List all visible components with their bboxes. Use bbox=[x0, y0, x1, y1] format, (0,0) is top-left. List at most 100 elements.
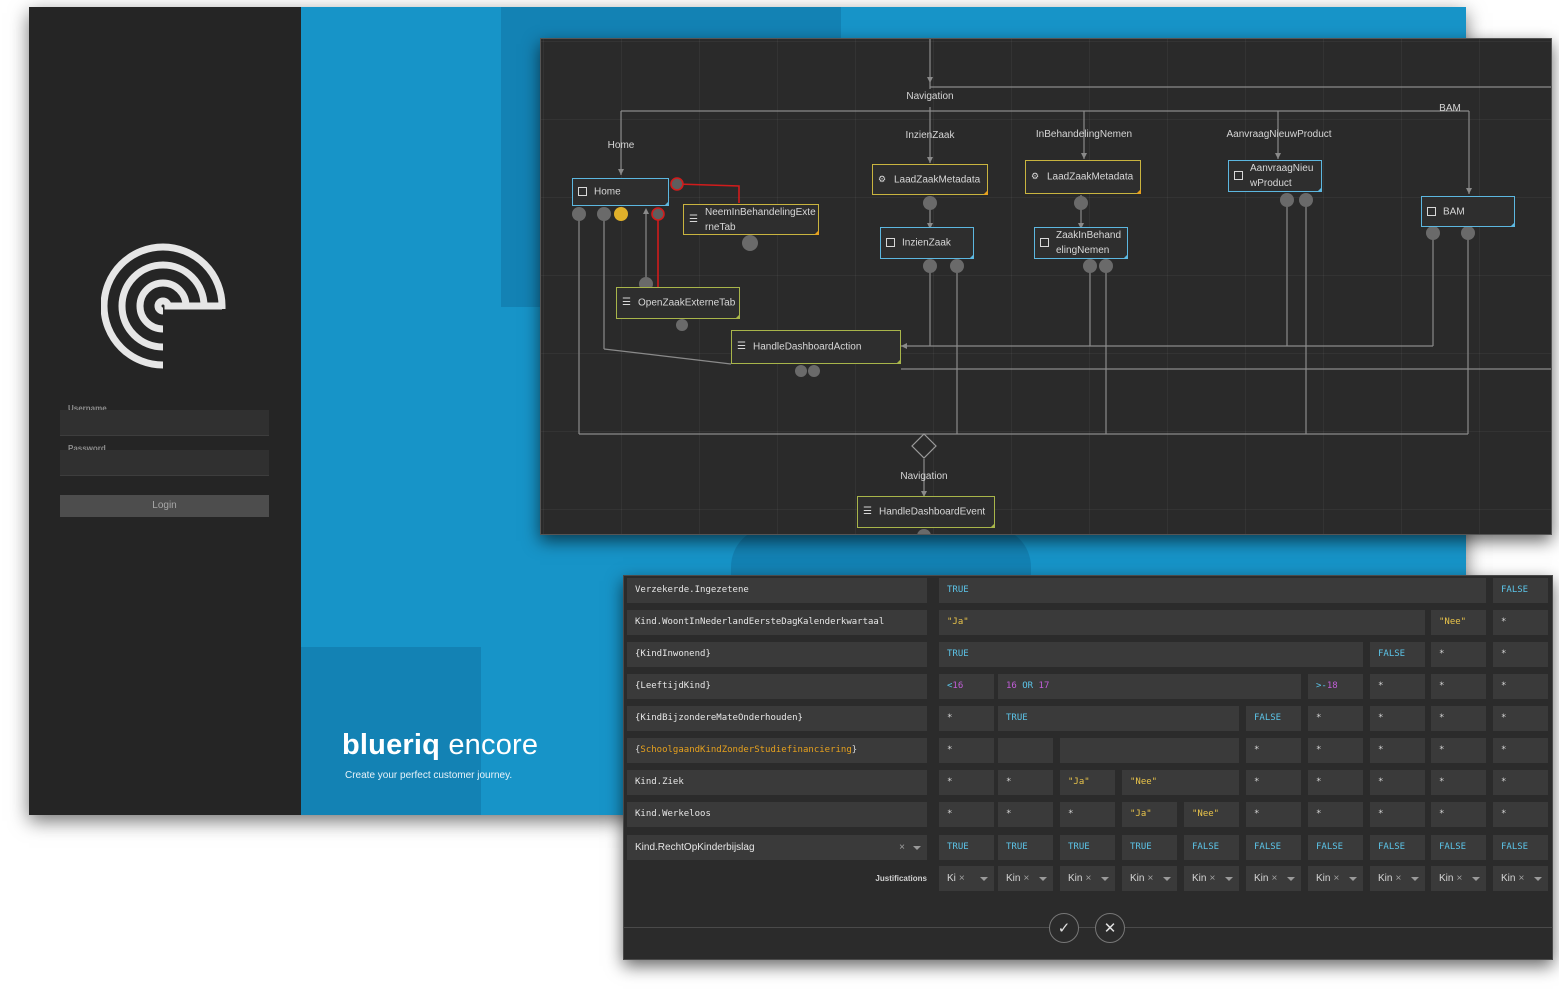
table-cell[interactable]: * bbox=[1493, 610, 1548, 635]
table-cell[interactable]: * bbox=[1493, 738, 1548, 763]
table-cell[interactable]: * bbox=[1431, 738, 1486, 763]
chevron-down-icon[interactable] bbox=[980, 877, 988, 881]
close-icon[interactable]: × bbox=[1395, 873, 1401, 884]
table-cell[interactable]: "Nee" bbox=[1431, 610, 1486, 635]
table-cell[interactable]: "Ja" bbox=[939, 610, 1425, 635]
close-icon[interactable]: × bbox=[899, 835, 905, 860]
close-icon[interactable]: × bbox=[1456, 873, 1462, 884]
table-cell[interactable]: * bbox=[1370, 738, 1425, 763]
condition-cell[interactable]: Kind.Werkeloos bbox=[627, 802, 927, 827]
close-icon[interactable]: × bbox=[1271, 873, 1277, 884]
table-cell[interactable]: * bbox=[1493, 802, 1548, 827]
conclusion-cell[interactable]: FALSE bbox=[1246, 835, 1301, 860]
table-cell[interactable]: * bbox=[1246, 770, 1301, 795]
table-cell[interactable]: * bbox=[1431, 802, 1486, 827]
table-cell[interactable]: * bbox=[1370, 706, 1425, 731]
justification-select[interactable]: Kin × bbox=[1308, 866, 1363, 891]
table-cell[interactable]: * bbox=[939, 770, 994, 795]
table-cell[interactable]: * bbox=[939, 738, 994, 763]
password-field[interactable] bbox=[60, 450, 269, 476]
chevron-down-icon[interactable] bbox=[1039, 877, 1047, 881]
table-cell[interactable]: * bbox=[1493, 674, 1548, 699]
table-cell[interactable]: * bbox=[998, 802, 1053, 827]
justification-select[interactable]: Ki × bbox=[939, 866, 994, 891]
table-cell[interactable]: * bbox=[1308, 802, 1363, 827]
close-icon[interactable]: × bbox=[1147, 873, 1153, 884]
table-cell[interactable]: >-18 bbox=[1308, 674, 1363, 699]
table-cell[interactable]: * bbox=[1060, 802, 1115, 827]
close-icon[interactable]: × bbox=[1085, 873, 1091, 884]
table-cell[interactable]: * bbox=[1370, 802, 1425, 827]
condition-cell[interactable]: {SchoolgaandKindZonderStudiefinanciering… bbox=[627, 738, 927, 763]
chevron-down-icon[interactable] bbox=[1287, 877, 1295, 881]
table-cell[interactable]: "Nee" bbox=[1184, 802, 1239, 827]
conclusion-cell[interactable]: TRUE bbox=[998, 835, 1053, 860]
conclusion-cell[interactable]: FALSE bbox=[1370, 835, 1425, 860]
table-cell[interactable]: * bbox=[1370, 674, 1425, 699]
justification-select[interactable]: Kin × bbox=[1431, 866, 1486, 891]
conclusion-cell[interactable]: TRUE bbox=[1060, 835, 1115, 860]
condition-cell[interactable]: Verzekerde.Ingezetene bbox=[627, 578, 927, 603]
justification-select[interactable]: Kin × bbox=[998, 866, 1053, 891]
chevron-down-icon[interactable] bbox=[1534, 877, 1542, 881]
table-cell[interactable]: "Nee" bbox=[1122, 770, 1239, 795]
justification-select[interactable]: Kin × bbox=[1184, 866, 1239, 891]
conclusion-attribute-select[interactable]: Kind.RechtOpKinderbijslag × bbox=[627, 835, 927, 860]
table-cell[interactable] bbox=[1060, 738, 1239, 763]
table-cell[interactable]: * bbox=[1370, 770, 1425, 795]
table-cell[interactable]: <16 bbox=[939, 674, 994, 699]
justification-select[interactable]: Kin × bbox=[1246, 866, 1301, 891]
node-handle-dashboard-action[interactable]: ☰ HandleDashboardAction bbox=[731, 330, 901, 364]
table-cell[interactable]: * bbox=[939, 802, 994, 827]
username-field[interactable] bbox=[60, 410, 269, 436]
cancel-button[interactable]: ✕ bbox=[1095, 913, 1125, 943]
table-cell[interactable]: FALSE bbox=[1370, 642, 1425, 667]
close-icon[interactable]: × bbox=[959, 873, 965, 884]
chevron-down-icon[interactable] bbox=[1225, 877, 1233, 881]
conclusion-cell[interactable]: TRUE bbox=[939, 835, 994, 860]
close-icon[interactable]: × bbox=[1518, 873, 1524, 884]
chevron-down-icon[interactable] bbox=[1163, 877, 1171, 881]
table-cell[interactable]: * bbox=[1431, 674, 1486, 699]
table-cell[interactable]: * bbox=[1308, 706, 1363, 731]
table-cell[interactable]: * bbox=[1431, 706, 1486, 731]
login-button[interactable]: Login bbox=[60, 495, 269, 517]
justification-select[interactable]: Kin × bbox=[1493, 866, 1548, 891]
node-open-zaak-externe-tab[interactable]: ☰ OpenZaakExterneTab bbox=[616, 287, 740, 319]
conclusion-cell[interactable]: FALSE bbox=[1308, 835, 1363, 860]
table-cell[interactable]: 16 OR 17 bbox=[998, 674, 1301, 699]
node-laad-zaak-metadata-1[interactable]: ⚙ LaadZaakMetadata bbox=[872, 164, 988, 195]
conclusion-cell[interactable]: FALSE bbox=[1493, 835, 1548, 860]
chevron-down-icon[interactable] bbox=[913, 846, 921, 850]
conclusion-cell[interactable]: FALSE bbox=[1431, 835, 1486, 860]
node-zaak-in-behandeling-nemen[interactable]: ZaakInBehandelingNemen bbox=[1034, 227, 1128, 259]
node-laad-zaak-metadata-2[interactable]: ⚙ LaadZaakMetadata bbox=[1025, 160, 1141, 194]
table-cell[interactable]: "Ja" bbox=[1122, 802, 1177, 827]
conclusion-cell[interactable]: TRUE bbox=[1122, 835, 1177, 860]
table-cell[interactable]: * bbox=[1431, 642, 1486, 667]
condition-cell[interactable]: Kind.WoontInNederlandEersteDagKalenderkw… bbox=[627, 610, 927, 635]
table-cell[interactable]: * bbox=[1493, 642, 1548, 667]
table-cell[interactable]: FALSE bbox=[1246, 706, 1301, 731]
chevron-down-icon[interactable] bbox=[1101, 877, 1109, 881]
justification-select[interactable]: Kin × bbox=[1122, 866, 1177, 891]
table-cell[interactable]: * bbox=[1493, 706, 1548, 731]
node-handle-dashboard-event[interactable]: ☰ HandleDashboardEvent bbox=[857, 496, 995, 528]
table-cell[interactable]: TRUE bbox=[939, 642, 1363, 667]
table-cell[interactable]: TRUE bbox=[939, 578, 1486, 603]
node-aanvraag-nieuw-product[interactable]: AanvraagNieuwProduct bbox=[1228, 160, 1322, 192]
node-neem-in-behandeling-externe-tab[interactable]: ☰ NeemInBehandelingExterneTab bbox=[683, 204, 819, 235]
table-cell[interactable] bbox=[998, 738, 1053, 763]
node-bam[interactable]: BAM bbox=[1421, 196, 1515, 227]
justification-select[interactable]: Kin × bbox=[1370, 866, 1425, 891]
table-cell[interactable]: * bbox=[1246, 802, 1301, 827]
table-cell[interactable]: * bbox=[1431, 770, 1486, 795]
table-cell[interactable]: * bbox=[1308, 738, 1363, 763]
table-cell[interactable]: * bbox=[939, 706, 994, 731]
condition-cell[interactable]: Kind.Ziek bbox=[627, 770, 927, 795]
table-cell[interactable]: TRUE bbox=[998, 706, 1239, 731]
justification-select[interactable]: Kin × bbox=[1060, 866, 1115, 891]
table-cell[interactable]: * bbox=[998, 770, 1053, 795]
table-cell[interactable]: * bbox=[1493, 770, 1548, 795]
condition-cell[interactable]: {KindBijzondereMateOnderhouden} bbox=[627, 706, 927, 731]
